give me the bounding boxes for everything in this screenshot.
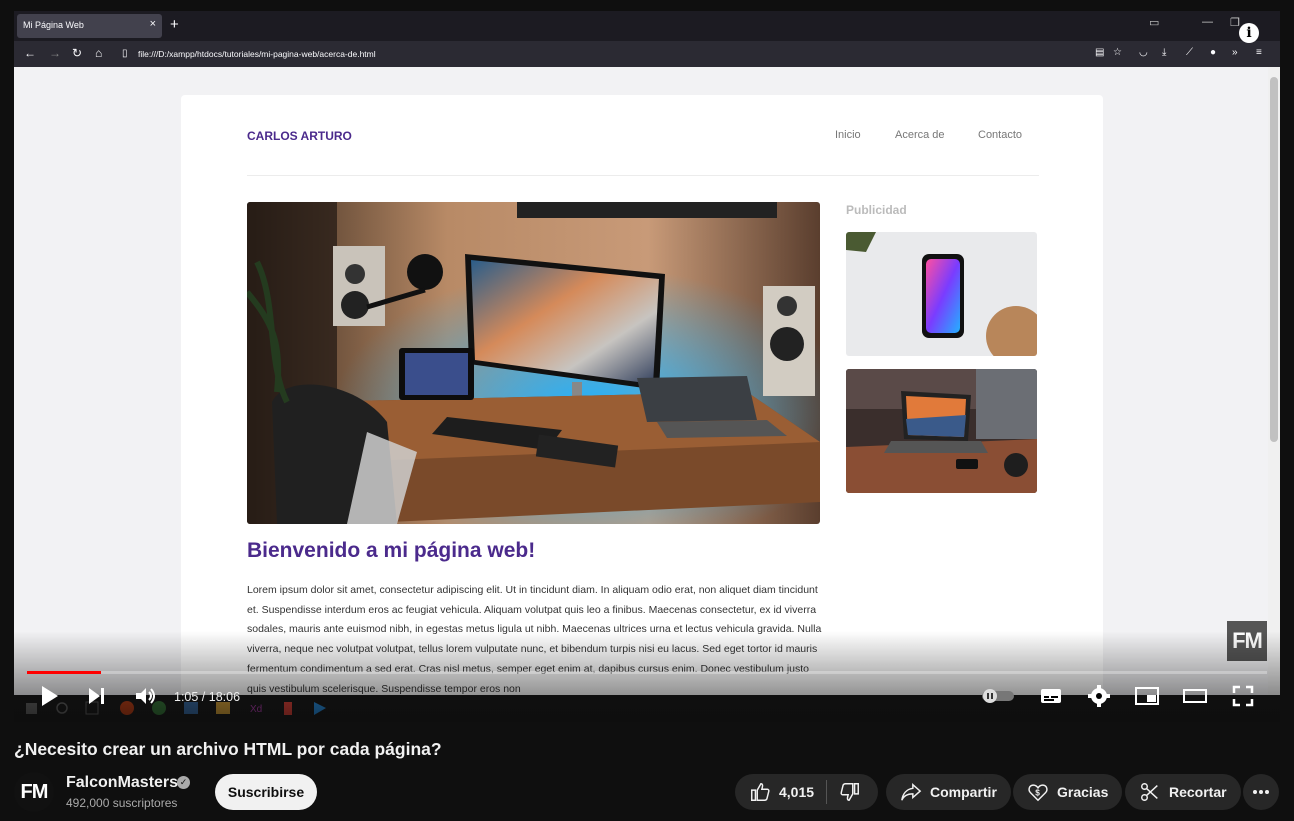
nav-link-contacto[interactable]: Contacto [978, 129, 1022, 141]
new-tab-icon[interactable]: + [170, 16, 179, 33]
ad-image-laptop[interactable] [846, 369, 1037, 493]
header-divider [247, 175, 1039, 176]
web-page-viewport: CARLOS ARTURO Inicio Acerca de Contacto [14, 67, 1280, 715]
subtitles-icon[interactable] [1039, 684, 1063, 708]
play-icon[interactable] [40, 684, 60, 708]
video-title: ¿Necesito crear un archivo HTML por cada… [14, 739, 442, 759]
settings-gear-icon[interactable] [1087, 684, 1111, 708]
reload-icon[interactable]: ↻ [72, 46, 82, 60]
progress-bar[interactable] [27, 671, 1267, 674]
forward-icon[interactable]: → [49, 46, 61, 60]
channel-avatar[interactable]: FM [14, 772, 54, 812]
scrollbar-thumb[interactable] [1270, 77, 1278, 442]
page-scrollbar[interactable] [1268, 67, 1280, 707]
scissors-icon [1141, 783, 1158, 801]
tab-close-icon[interactable]: × [150, 18, 156, 30]
time-display: 1:05 / 18:06 [174, 690, 241, 704]
like-count[interactable]: 4,015 [779, 784, 814, 800]
subscriber-count: 492,000 suscriptores [66, 796, 178, 810]
back-icon[interactable]: ← [24, 46, 36, 60]
clip-label: Recortar [1169, 784, 1227, 800]
menu-icon[interactable]: ≡ [1256, 47, 1262, 58]
nav-link-acerca[interactable]: Acerca de [895, 129, 945, 141]
site-brand[interactable]: CARLOS ARTURO [247, 129, 352, 143]
restore-icon[interactable]: ❐ [1230, 16, 1240, 29]
browser-tab[interactable]: Mi Página Web × [17, 14, 162, 38]
account-icon[interactable]: ● [1210, 47, 1216, 58]
home-icon[interactable]: ⌂ [95, 46, 102, 60]
share-label: Compartir [930, 784, 997, 800]
minimize-icon[interactable]: — [1202, 16, 1213, 28]
hero-image [247, 202, 820, 524]
like-icon[interactable] [749, 781, 771, 803]
overflow-icon[interactable]: » [1232, 47, 1238, 58]
reader-view-icon[interactable]: ▤ [1095, 47, 1104, 58]
clip-button[interactable]: Recortar [1125, 774, 1241, 810]
thanks-label: Gracias [1057, 784, 1109, 800]
verified-check-icon: ✓ [177, 776, 190, 789]
controls-gradient [14, 631, 1280, 722]
miniplayer-icon[interactable] [1134, 684, 1160, 708]
window-pip-icon[interactable]: ▭ [1149, 16, 1159, 29]
dislike-icon[interactable] [839, 781, 861, 803]
page-heading: Bienvenido a mi página web! [247, 539, 536, 562]
theater-mode-icon[interactable] [1182, 684, 1208, 708]
nav-link-inicio[interactable]: Inicio [835, 129, 861, 141]
autoplay-toggle[interactable] [980, 688, 1016, 704]
video-player[interactable]: Mi Página Web × + ▭ — ❐ ← → ↻ ⌂ ▯ file:/… [14, 11, 1280, 722]
share-arrow-icon [901, 783, 922, 801]
heart-dollar-icon: $ [1028, 784, 1048, 802]
ad-image-phone[interactable] [846, 232, 1037, 356]
sidebar-title: Publicidad [846, 203, 907, 217]
svg-text:$: $ [1035, 789, 1040, 798]
site-card: CARLOS ARTURO Inicio Acerca de Contacto [181, 95, 1103, 715]
thanks-button[interactable]: $ Gracias [1013, 774, 1123, 810]
more-actions-button[interactable] [1243, 774, 1279, 810]
file-icon: ▯ [122, 48, 128, 59]
url-field[interactable]: file:///D:/xampp/htdocs/tutoriales/mi-pa… [138, 45, 376, 63]
bookmark-star-icon[interactable]: ☆ [1113, 47, 1122, 58]
progress-played [27, 671, 102, 674]
browser-tab-bar: Mi Página Web × + ▭ — ❐ [14, 11, 1280, 41]
more-dots-icon [1253, 790, 1269, 794]
download-icon[interactable]: ⤓ [1162, 47, 1166, 58]
fullscreen-icon[interactable] [1231, 684, 1255, 708]
channel-name[interactable]: FalconMasters [66, 774, 178, 792]
next-icon[interactable] [87, 684, 107, 708]
browser-toolbar: ← → ↻ ⌂ ▯ file:///D:/xampp/htdocs/tutori… [14, 41, 1280, 67]
volume-icon[interactable] [133, 684, 157, 708]
info-icon[interactable]: i [1239, 23, 1259, 43]
tab-title: Mi Página Web [23, 20, 84, 30]
subscribe-button[interactable]: Suscribirse [215, 774, 317, 810]
share-button[interactable]: Compartir [886, 774, 1011, 810]
pocket-icon[interactable]: ◡ [1139, 47, 1148, 58]
extension-icon[interactable]: ⟋ [1186, 47, 1193, 58]
like-separator [826, 780, 828, 804]
like-dislike-group: 4,015 [735, 774, 878, 810]
